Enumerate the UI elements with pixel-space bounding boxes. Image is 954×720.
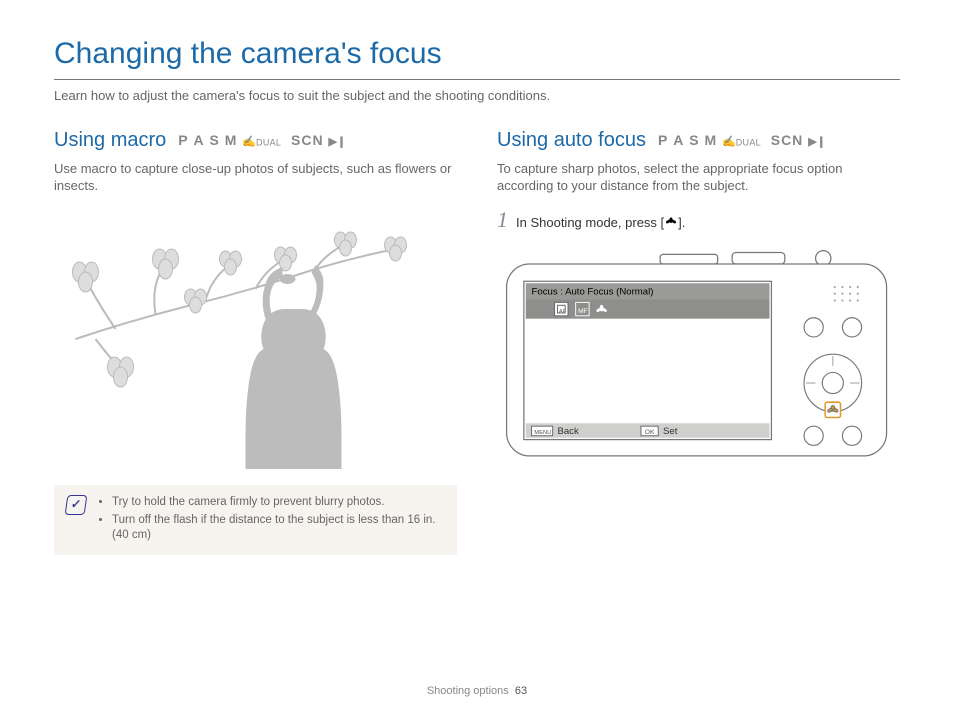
step-number: 1 [497, 209, 508, 231]
auto-focus-body: To capture sharp photos, select the appr… [497, 161, 900, 195]
column-left: Using macro P A S M ✍DUAL SCN ▶❙ Use mac… [54, 127, 457, 556]
page-title: Changing the camera's focus [54, 34, 900, 73]
heading-using-macro: Using macro [54, 127, 166, 153]
intro-text: Learn how to adjust the camera's focus t… [54, 88, 900, 105]
footer-section: Shooting options [427, 685, 509, 697]
heading-using-auto-focus: Using auto focus [497, 127, 646, 153]
footer-page: 63 [515, 685, 527, 697]
column-right: Using auto focus P A S M ✍DUAL SCN ▶❙ To… [497, 127, 900, 474]
hand-icon: ✍ [722, 136, 736, 148]
movie-icon: ▶❙ [808, 136, 826, 148]
mode-strip-macro: P A S M ✍DUAL SCN ▶❙ [178, 131, 346, 149]
note-box: ✓ Try to hold the camera firmly to preve… [54, 485, 457, 556]
movie-icon: ▶❙ [328, 136, 346, 148]
note-icon: ✓ [65, 495, 88, 515]
hand-icon: ✍ [242, 136, 256, 148]
macro-illustration [54, 209, 457, 469]
screen-title: Focus : Auto Focus (Normal) [532, 286, 654, 297]
screen-set: Set [663, 425, 678, 436]
step-1: 1 In Shooting mode, press []. [497, 209, 900, 232]
macro-button-icon [664, 216, 678, 227]
page-footer: Shooting options 63 [0, 684, 954, 698]
note-item: Try to hold the camera firmly to prevent… [112, 495, 445, 510]
svg-text:MF: MF [578, 308, 588, 315]
mode-strip-auto-focus: P A S M ✍DUAL SCN ▶❙ [658, 131, 826, 149]
note-item: Turn off the flash if the distance to th… [112, 513, 445, 543]
title-rule [54, 79, 900, 80]
camera-illustration: Focus : Auto Focus (Normal) AF MF [497, 244, 900, 474]
macro-body: Use macro to capture close-up photos of … [54, 161, 457, 195]
svg-text:MENU: MENU [534, 429, 551, 435]
screen-back: Back [557, 425, 579, 436]
step-text: In Shooting mode, press []. [516, 215, 685, 232]
svg-text:AF: AF [559, 309, 567, 315]
svg-text:OK: OK [645, 428, 655, 435]
